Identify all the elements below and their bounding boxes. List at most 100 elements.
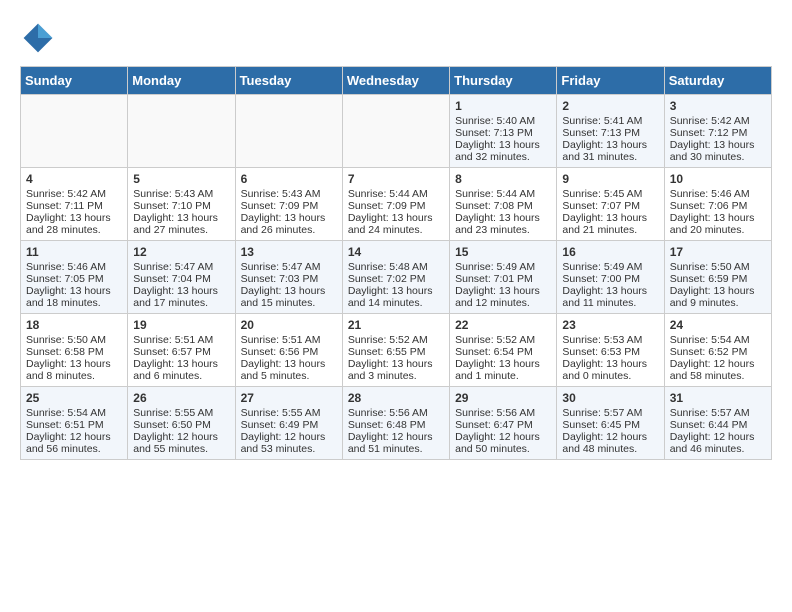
day-info: Daylight: 12 hours: [26, 431, 122, 443]
day-info: Sunset: 7:01 PM: [455, 273, 551, 285]
day-info: and 27 minutes.: [133, 224, 229, 236]
calendar-week-3: 11Sunrise: 5:46 AMSunset: 7:05 PMDayligh…: [21, 241, 772, 314]
calendar-cell: 31Sunrise: 5:57 AMSunset: 6:44 PMDayligh…: [664, 387, 771, 460]
day-info: and 48 minutes.: [562, 443, 658, 455]
day-info: Sunrise: 5:47 AM: [241, 261, 337, 273]
calendar-cell: [128, 95, 235, 168]
day-info: Sunset: 6:59 PM: [670, 273, 766, 285]
day-number: 12: [133, 245, 229, 259]
calendar-cell: 29Sunrise: 5:56 AMSunset: 6:47 PMDayligh…: [450, 387, 557, 460]
day-info: Sunrise: 5:56 AM: [348, 407, 444, 419]
day-info: Sunrise: 5:41 AM: [562, 115, 658, 127]
day-info: Daylight: 13 hours: [562, 139, 658, 151]
calendar-header-wednesday: Wednesday: [342, 67, 449, 95]
calendar-header-row: SundayMondayTuesdayWednesdayThursdayFrid…: [21, 67, 772, 95]
day-info: Sunset: 6:47 PM: [455, 419, 551, 431]
day-number: 24: [670, 318, 766, 332]
day-info: Daylight: 12 hours: [670, 358, 766, 370]
calendar-header-tuesday: Tuesday: [235, 67, 342, 95]
calendar-cell: 6Sunrise: 5:43 AMSunset: 7:09 PMDaylight…: [235, 168, 342, 241]
day-info: Sunset: 6:53 PM: [562, 346, 658, 358]
day-info: and 24 minutes.: [348, 224, 444, 236]
day-number: 20: [241, 318, 337, 332]
calendar-table: SundayMondayTuesdayWednesdayThursdayFrid…: [20, 66, 772, 460]
calendar-header-sunday: Sunday: [21, 67, 128, 95]
day-info: Sunset: 7:00 PM: [562, 273, 658, 285]
day-number: 26: [133, 391, 229, 405]
day-number: 21: [348, 318, 444, 332]
calendar-cell: 15Sunrise: 5:49 AMSunset: 7:01 PMDayligh…: [450, 241, 557, 314]
day-info: Sunrise: 5:52 AM: [455, 334, 551, 346]
day-info: and 23 minutes.: [455, 224, 551, 236]
day-info: and 0 minutes.: [562, 370, 658, 382]
calendar-cell: 7Sunrise: 5:44 AMSunset: 7:09 PMDaylight…: [342, 168, 449, 241]
day-info: Daylight: 13 hours: [562, 212, 658, 224]
day-info: Sunrise: 5:40 AM: [455, 115, 551, 127]
day-info: and 58 minutes.: [670, 370, 766, 382]
calendar-cell: 10Sunrise: 5:46 AMSunset: 7:06 PMDayligh…: [664, 168, 771, 241]
day-info: and 26 minutes.: [241, 224, 337, 236]
day-info: and 31 minutes.: [562, 151, 658, 163]
day-info: Sunrise: 5:57 AM: [670, 407, 766, 419]
day-info: Daylight: 13 hours: [670, 285, 766, 297]
day-number: 15: [455, 245, 551, 259]
day-info: Sunset: 7:05 PM: [26, 273, 122, 285]
calendar-cell: 16Sunrise: 5:49 AMSunset: 7:00 PMDayligh…: [557, 241, 664, 314]
day-info: Daylight: 13 hours: [26, 285, 122, 297]
day-info: Sunset: 7:09 PM: [348, 200, 444, 212]
day-info: Sunrise: 5:54 AM: [670, 334, 766, 346]
day-info: and 1 minute.: [455, 370, 551, 382]
day-info: Sunrise: 5:51 AM: [241, 334, 337, 346]
calendar-cell: 14Sunrise: 5:48 AMSunset: 7:02 PMDayligh…: [342, 241, 449, 314]
day-info: Sunrise: 5:44 AM: [348, 188, 444, 200]
day-info: and 9 minutes.: [670, 297, 766, 309]
calendar-cell: 8Sunrise: 5:44 AMSunset: 7:08 PMDaylight…: [450, 168, 557, 241]
day-info: Daylight: 12 hours: [133, 431, 229, 443]
day-info: Daylight: 12 hours: [455, 431, 551, 443]
day-info: Sunset: 7:10 PM: [133, 200, 229, 212]
day-info: and 5 minutes.: [241, 370, 337, 382]
day-info: Daylight: 13 hours: [348, 358, 444, 370]
calendar-cell: 12Sunrise: 5:47 AMSunset: 7:04 PMDayligh…: [128, 241, 235, 314]
day-number: 2: [562, 99, 658, 113]
day-info: Sunrise: 5:46 AM: [670, 188, 766, 200]
day-info: and 46 minutes.: [670, 443, 766, 455]
day-info: Daylight: 13 hours: [26, 212, 122, 224]
day-info: and 32 minutes.: [455, 151, 551, 163]
day-info: Daylight: 12 hours: [562, 431, 658, 443]
day-info: Sunrise: 5:42 AM: [26, 188, 122, 200]
calendar-week-2: 4Sunrise: 5:42 AMSunset: 7:11 PMDaylight…: [21, 168, 772, 241]
day-info: Sunrise: 5:54 AM: [26, 407, 122, 419]
calendar-cell: 26Sunrise: 5:55 AMSunset: 6:50 PMDayligh…: [128, 387, 235, 460]
day-info: Daylight: 13 hours: [133, 285, 229, 297]
day-number: 16: [562, 245, 658, 259]
day-info: Sunrise: 5:44 AM: [455, 188, 551, 200]
day-info: Sunrise: 5:52 AM: [348, 334, 444, 346]
day-info: Daylight: 13 hours: [455, 358, 551, 370]
day-info: Sunset: 6:48 PM: [348, 419, 444, 431]
calendar-cell: 17Sunrise: 5:50 AMSunset: 6:59 PMDayligh…: [664, 241, 771, 314]
calendar-cell: 18Sunrise: 5:50 AMSunset: 6:58 PMDayligh…: [21, 314, 128, 387]
day-info: Sunrise: 5:53 AM: [562, 334, 658, 346]
day-info: Sunset: 7:13 PM: [562, 127, 658, 139]
day-info: Sunrise: 5:47 AM: [133, 261, 229, 273]
day-info: Sunrise: 5:49 AM: [562, 261, 658, 273]
logo: [20, 20, 60, 56]
calendar-cell: 23Sunrise: 5:53 AMSunset: 6:53 PMDayligh…: [557, 314, 664, 387]
day-info: and 15 minutes.: [241, 297, 337, 309]
calendar-week-1: 1Sunrise: 5:40 AMSunset: 7:13 PMDaylight…: [21, 95, 772, 168]
logo-icon: [20, 20, 56, 56]
calendar-cell: 2 Sunrise: 5:41 AMSunset: 7:13 PMDaylight…: [557, 95, 664, 168]
day-info: Sunset: 7:07 PM: [562, 200, 658, 212]
day-info: Sunset: 7:02 PM: [348, 273, 444, 285]
day-info: and 21 minutes.: [562, 224, 658, 236]
calendar-header-saturday: Saturday: [664, 67, 771, 95]
calendar-cell: [21, 95, 128, 168]
day-info: Sunset: 6:50 PM: [133, 419, 229, 431]
day-info: Daylight: 13 hours: [241, 212, 337, 224]
calendar-cell: [342, 95, 449, 168]
day-info: Daylight: 13 hours: [241, 358, 337, 370]
day-number: 28: [348, 391, 444, 405]
day-info: and 20 minutes.: [670, 224, 766, 236]
calendar-cell: 9Sunrise: 5:45 AMSunset: 7:07 PMDaylight…: [557, 168, 664, 241]
